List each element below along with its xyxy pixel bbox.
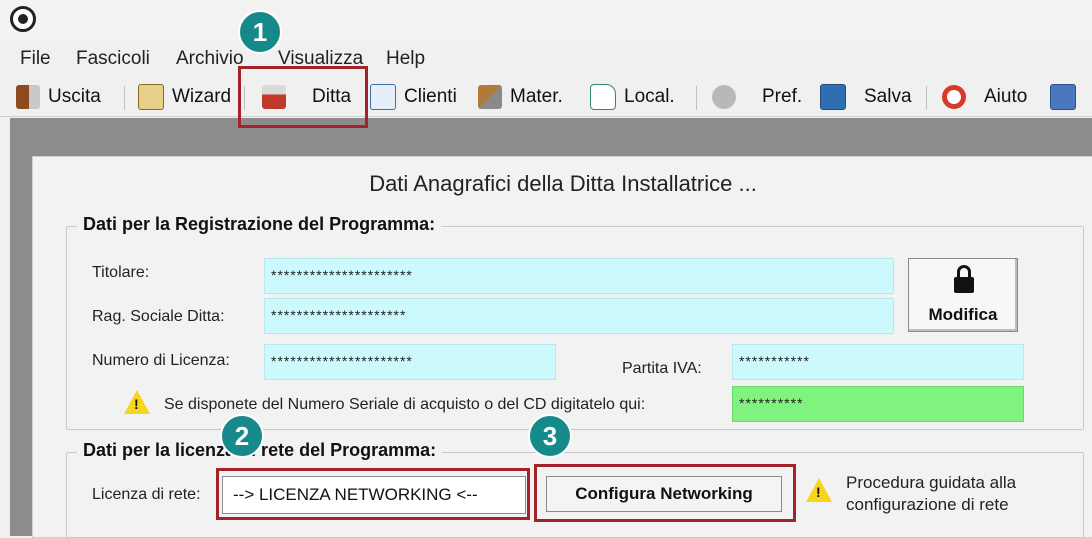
extra-button[interactable] xyxy=(1050,82,1076,112)
panel-title: Dati Anagrafici della Ditta Installatric… xyxy=(369,171,757,196)
warning-icon: ! xyxy=(806,478,832,502)
pref-button[interactable]: Pref. xyxy=(712,82,802,112)
modifica-button[interactable]: Modifica xyxy=(908,258,1018,332)
wizard-label: Wizard xyxy=(172,86,232,107)
highlight-configura xyxy=(534,464,796,522)
procedura-line-2: configurazione di rete xyxy=(846,495,1009,514)
title-bar xyxy=(0,0,1092,40)
step-badge-1: 1 xyxy=(238,10,282,54)
pref-label: Pref. xyxy=(762,86,803,107)
warning-icon: ! xyxy=(124,390,150,414)
licenza-rete-label: Licenza di rete: xyxy=(92,486,201,503)
clienti-label: Clienti xyxy=(404,86,457,107)
mater-label: Mater. xyxy=(510,86,563,107)
toolbar: Uscita Wizard Ditta Clienti Mater. Local… xyxy=(0,78,1092,117)
app-logo-icon[interactable] xyxy=(10,6,36,32)
menu-file[interactable]: File xyxy=(20,48,51,70)
toolbar-separator xyxy=(926,86,927,110)
ragione-sociale-field[interactable]: ********************* xyxy=(264,298,894,334)
menu-archivio[interactable]: Archivio xyxy=(176,48,244,70)
seriale-field[interactable]: ********** xyxy=(732,386,1024,422)
lifebuoy-icon xyxy=(942,85,966,109)
aiuto-label: Aiuto xyxy=(984,86,1028,107)
uscita-label: Uscita xyxy=(48,86,101,107)
local-document-icon xyxy=(590,84,616,110)
step-badge-3: 3 xyxy=(528,414,572,458)
titolare-field[interactable]: ********************** xyxy=(264,258,894,294)
highlight-licenza-rete xyxy=(216,468,530,520)
modifica-label: Modifica xyxy=(928,305,998,324)
salva-button[interactable]: Salva xyxy=(820,82,912,112)
menu-help[interactable]: Help xyxy=(386,48,425,70)
ragione-sociale-label: Rag. Sociale Ditta: xyxy=(92,308,225,325)
book-icon xyxy=(1050,84,1076,110)
toolbar-separator xyxy=(124,86,125,110)
wizard-button[interactable]: Wizard xyxy=(138,82,231,112)
local-label: Local. xyxy=(624,86,675,107)
local-button[interactable]: Local. xyxy=(590,82,675,112)
gear-icon xyxy=(712,85,736,109)
procedura-text: Procedura guidata alla configurazione di… xyxy=(846,472,1016,516)
clienti-button[interactable]: Clienti xyxy=(370,82,457,112)
mater-button[interactable]: Mater. xyxy=(478,82,563,112)
wizard-icon xyxy=(138,84,164,110)
menu-fascicoli[interactable]: Fascicoli xyxy=(76,48,150,70)
partita-iva-field[interactable]: *********** xyxy=(732,344,1024,380)
exit-door-icon xyxy=(16,85,40,109)
seriale-hint: Se disponete del Numero Seriale di acqui… xyxy=(164,396,646,413)
salva-label: Salva xyxy=(864,86,912,107)
numero-licenza-field[interactable]: ********************** xyxy=(264,344,556,380)
tools-icon xyxy=(478,85,502,109)
toolbar-separator xyxy=(696,86,697,110)
step-badge-2: 2 xyxy=(220,414,264,458)
menu-bar: File Fascicoli Archivio Visualizza Help xyxy=(0,44,1092,72)
clients-icon xyxy=(370,84,396,110)
save-icon xyxy=(820,84,846,110)
partita-iva-label: Partita IVA: xyxy=(622,360,702,377)
numero-licenza-label: Numero di Licenza: xyxy=(92,352,230,369)
aiuto-button[interactable]: Aiuto xyxy=(942,82,1027,112)
titolare-label: Titolare: xyxy=(92,264,150,281)
registration-group-title: Dati per la Registrazione del Programma: xyxy=(77,214,442,235)
uscita-button[interactable]: Uscita xyxy=(16,82,101,112)
lock-body xyxy=(954,277,974,293)
highlight-ditta xyxy=(238,66,368,128)
procedura-line-1: Procedura guidata alla xyxy=(846,473,1017,492)
